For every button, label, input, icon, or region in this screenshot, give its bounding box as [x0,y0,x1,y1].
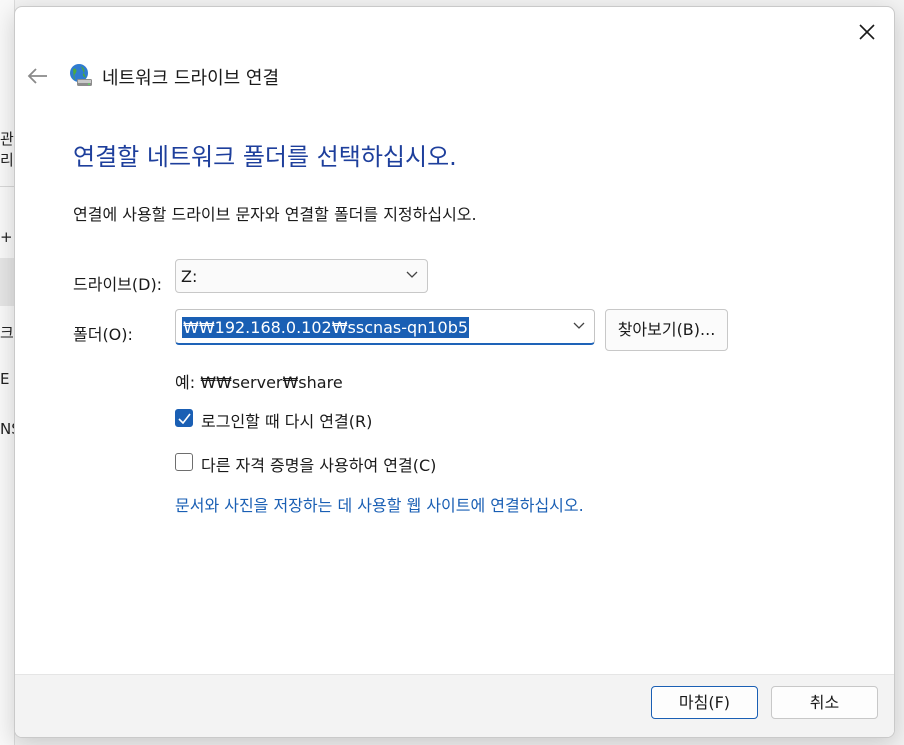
background-text-fragment: E [0,370,10,388]
chevron-down-icon [573,322,585,329]
close-icon [859,24,875,40]
reconnect-checkbox-label: 로그인할 때 다시 연결(R) [201,412,373,431]
reconnect-checkbox[interactable] [175,409,193,427]
checkmark-icon [178,413,191,424]
map-network-drive-dialog: 네트워크 드라이브 연결 연결할 네트워크 폴더를 선택하십시오. 연결에 사용… [14,6,895,738]
drive-letter-select[interactable]: Z: [175,259,428,293]
drive-letter-value: Z: [181,267,198,286]
background-text-fragment: 관리 [0,130,14,169]
close-button[interactable] [852,17,882,47]
background-selected-row [0,258,14,306]
different-credentials-checkbox[interactable] [175,453,193,471]
background-app: 관리 + 크 E NS [0,0,21,745]
back-arrow-icon [27,68,47,84]
folder-path-input[interactable]: ₩₩192.168.0.102₩sscnas-qn10b5 [175,309,595,345]
different-credentials-label: 다른 자격 증명을 사용하여 연결(C) [201,456,437,475]
background-divider [0,186,14,187]
page-heading: 연결할 네트워크 폴더를 선택하십시오. [73,143,457,171]
dialog-title: 네트워크 드라이브 연결 [102,68,280,89]
background-text-fragment: 크 [0,324,14,342]
connect-website-link[interactable]: 문서와 사진을 저장하는 데 사용할 웹 사이트에 연결하십시오. [175,492,584,516]
cancel-button[interactable]: 취소 [771,686,878,719]
background-text-fragment: + [0,228,13,246]
back-button[interactable] [25,65,51,87]
browse-button[interactable]: 찾아보기(B)... [605,309,728,351]
finish-button[interactable]: 마침(F) [651,686,758,719]
chevron-down-icon [406,271,418,278]
drive-label: 드라이브(D): [73,275,163,294]
folder-label: 폴더(O): [73,325,133,344]
folder-path-value: ₩₩192.168.0.102₩sscnas-qn10b5 [182,317,470,338]
example-path-text: 예: ₩₩server₩share [175,373,343,392]
dialog-footer: 마침(F) 취소 [15,674,894,737]
network-drive-globe-icon [67,62,95,90]
page-description: 연결에 사용할 드라이브 문자와 연결할 폴더를 지정하십시오. [73,205,477,224]
